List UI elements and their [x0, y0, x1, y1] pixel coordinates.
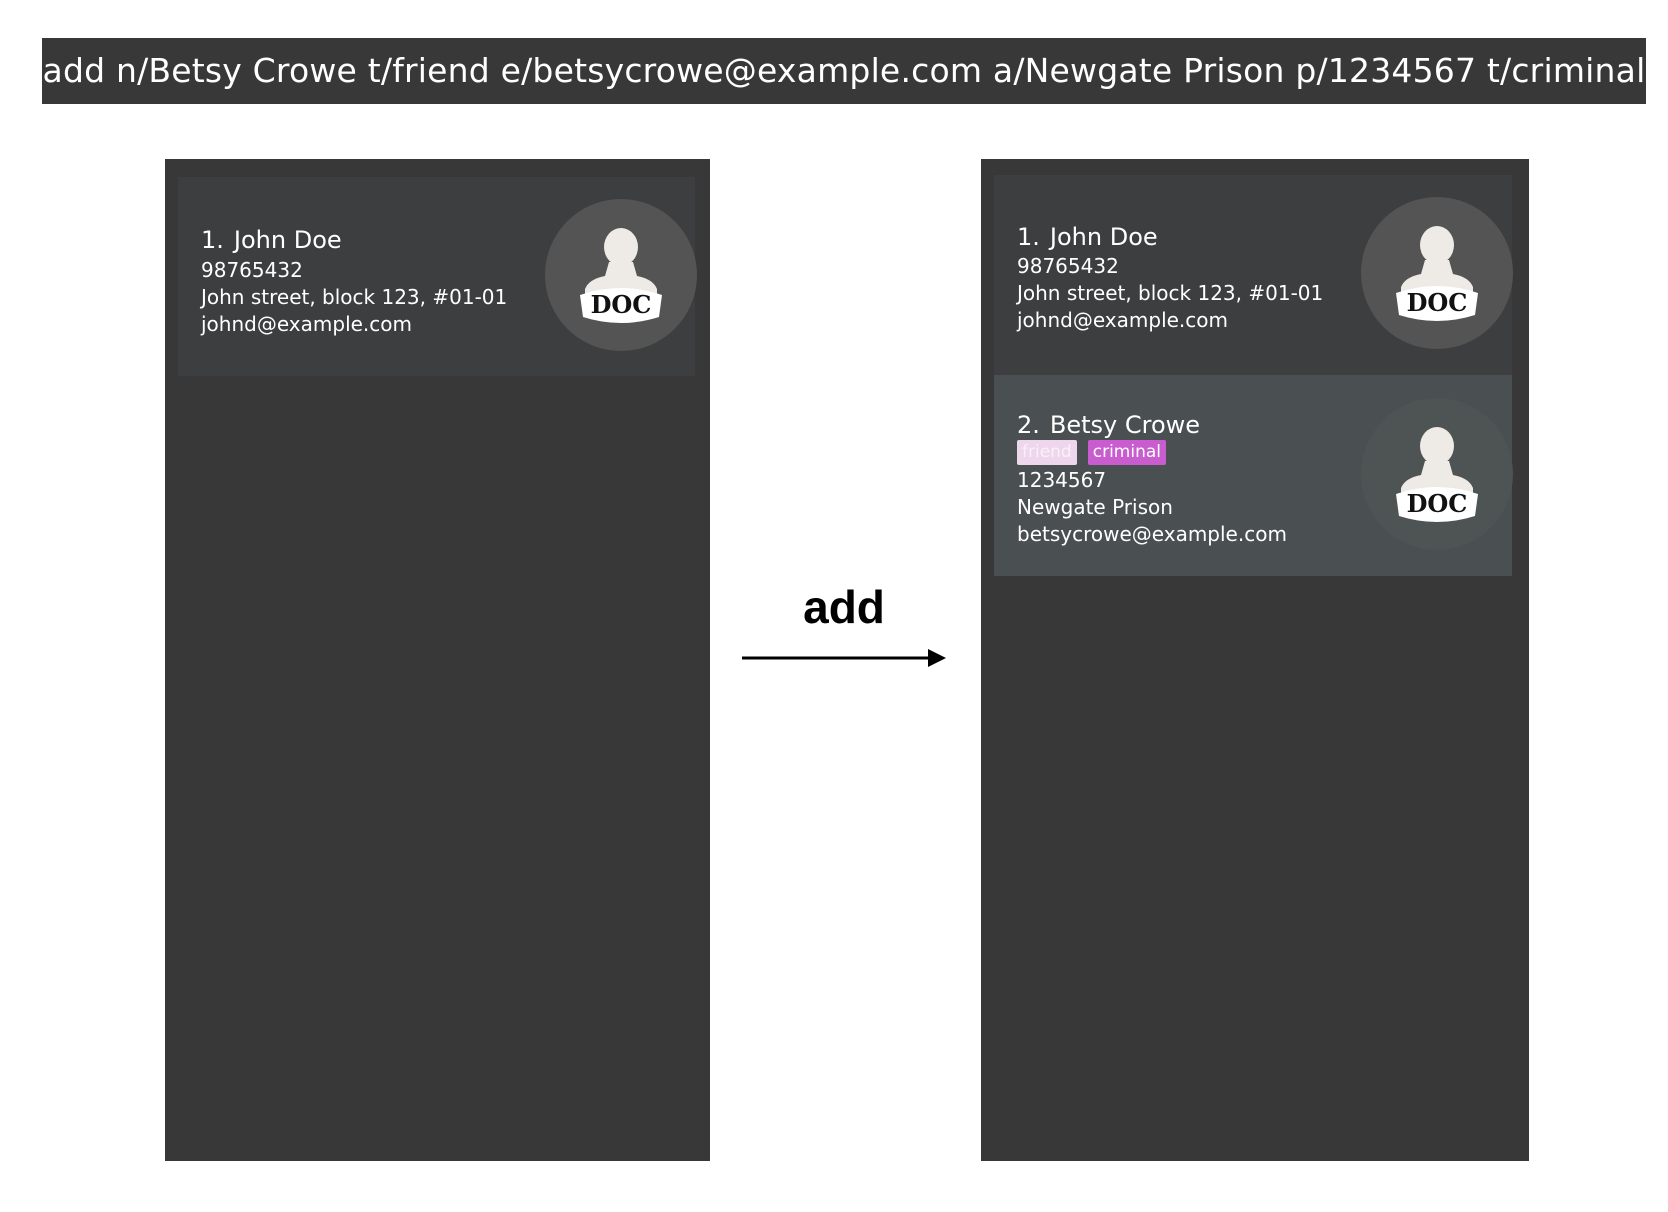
person-card-selected[interactable]: 2. Betsy Crowe friend criminal 1234567 Ne… — [994, 375, 1513, 576]
person-email: johnd@example.com — [1017, 308, 1228, 332]
transition-label: add — [803, 581, 885, 633]
person-name: 1. John Doe — [1017, 223, 1158, 251]
person-name: 2. Betsy Crowe — [1017, 411, 1200, 439]
person-silhouette-icon: DOC — [1396, 427, 1478, 522]
tag-friend: friend — [1017, 440, 1077, 465]
person-name: 1. John Doe — [201, 226, 342, 254]
avatar-label: DOC — [591, 290, 652, 319]
person-address: Newgate Prison — [1017, 495, 1173, 519]
person-index: 2. — [1017, 411, 1040, 439]
person-list-before: 1. John Doe 98765432 John street, block 1… — [165, 159, 710, 1161]
person-name-text: John Doe — [1049, 223, 1158, 251]
person-address: John street, block 123, #01-01 — [1017, 281, 1324, 305]
person-name-text: John Doe — [233, 226, 342, 254]
person-phone: 98765432 — [201, 258, 303, 282]
avatar: DOC — [1361, 398, 1513, 550]
avatar: DOC — [1361, 197, 1513, 349]
person-phone: 1234567 — [1017, 468, 1107, 492]
person-email: betsycrowe@example.com — [1017, 522, 1287, 546]
person-address: John street, block 123, #01-01 — [201, 285, 508, 309]
person-silhouette-icon: DOC — [1396, 226, 1478, 321]
tag-list: friend criminal — [1017, 440, 1166, 465]
person-card[interactable]: 1. John Doe 98765432 John street, block 1… — [178, 177, 697, 376]
person-card[interactable]: 1. John Doe 98765432 John street, block 1… — [994, 175, 1513, 375]
avatar-label: DOC — [1407, 489, 1468, 518]
tag-criminal: criminal — [1087, 440, 1166, 465]
person-index: 1. — [1017, 223, 1040, 251]
avatar-label: DOC — [1407, 288, 1468, 317]
person-name-text: Betsy Crowe — [1049, 411, 1201, 439]
command-box[interactable]: add n/Betsy Crowe t/friend e/betsycrowe@… — [42, 38, 1646, 104]
person-phone: 98765432 — [1017, 254, 1119, 278]
person-email: johnd@example.com — [201, 312, 412, 336]
person-silhouette-icon: DOC — [580, 228, 662, 323]
avatar: DOC — [545, 199, 697, 351]
person-index: 1. — [201, 226, 224, 254]
person-list-after: 1. John Doe 98765432 John street, block 1… — [981, 159, 1529, 1161]
right-arrow-icon — [742, 649, 946, 667]
